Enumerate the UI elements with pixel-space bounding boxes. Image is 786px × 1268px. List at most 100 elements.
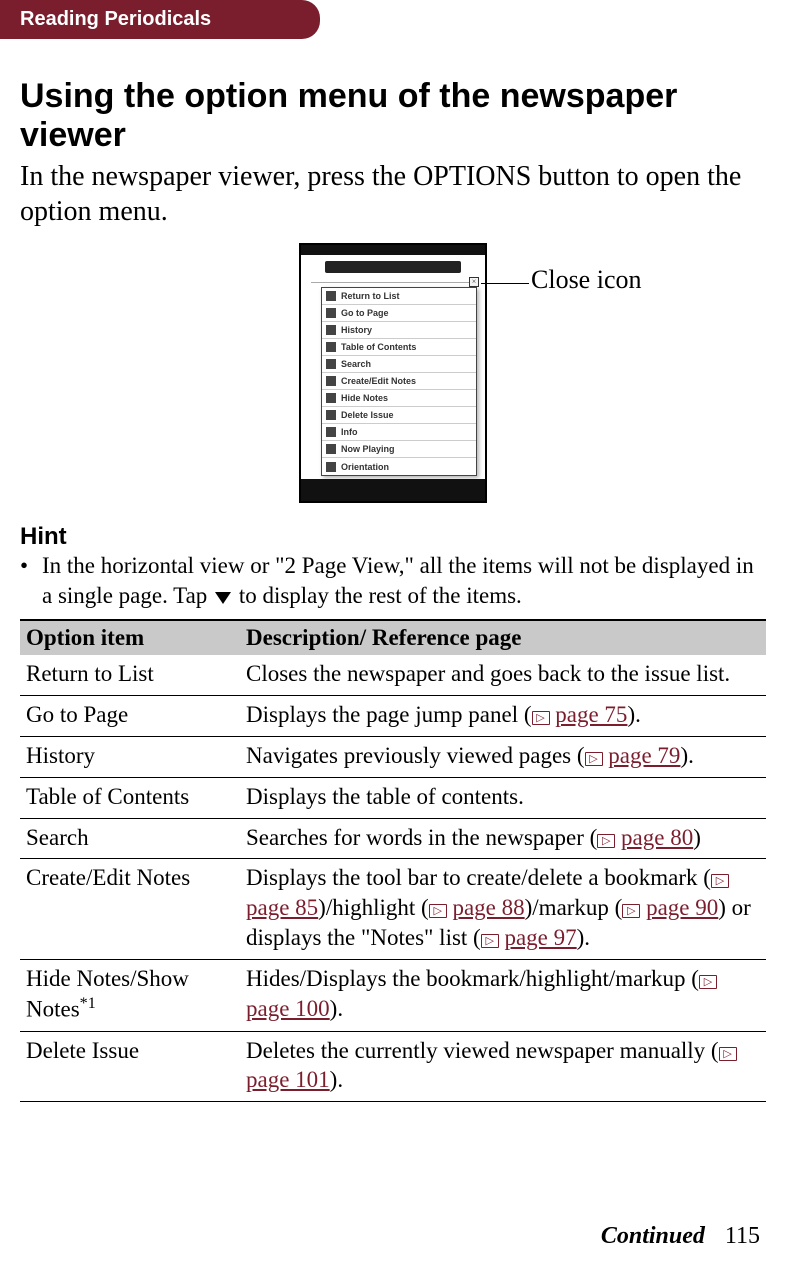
continued-label: Continued xyxy=(601,1223,705,1249)
mock-menu-item: Search xyxy=(322,356,476,373)
trash-icon xyxy=(326,410,336,420)
table-row: Go to Page Displays the page jump panel … xyxy=(20,695,766,736)
page-link-80[interactable]: page 80 xyxy=(621,825,693,850)
opt-return-item: Return to List xyxy=(20,655,240,695)
txt: Deletes the currently viewed newspaper m… xyxy=(246,1038,719,1063)
mock-menu-label: Hide Notes xyxy=(341,393,388,403)
txt: )/highlight ( xyxy=(318,895,429,920)
mock-close-icon: × xyxy=(469,277,479,287)
mock-menu-item: Hide Notes xyxy=(322,390,476,407)
toc-icon xyxy=(326,342,336,352)
hide-icon xyxy=(326,393,336,403)
txt: Navigates previously viewed pages ( xyxy=(246,743,585,768)
opt-toc-item: Table of Contents xyxy=(20,777,240,818)
table-row: Hide Notes/Show Notes*1 Hides/Displays t… xyxy=(20,960,766,1031)
txt: Displays the tool bar to create/delete a… xyxy=(246,865,711,890)
page-link-100[interactable]: page 100 xyxy=(246,996,330,1021)
page-ref-icon: ▷ xyxy=(711,874,729,888)
mock-menu-label: Delete Issue xyxy=(341,410,394,420)
mock-menu-label: Search xyxy=(341,359,371,369)
txt: ). xyxy=(330,1067,343,1092)
txt: ) xyxy=(693,825,701,850)
table-row: Search Searches for words in the newspap… xyxy=(20,818,766,859)
opt-notes-item: Create/Edit Notes xyxy=(20,859,240,960)
mock-menu-item: Table of Contents xyxy=(322,339,476,356)
orientation-icon xyxy=(326,462,336,472)
mock-masthead xyxy=(325,261,461,273)
mock-menu-item: Orientation xyxy=(322,458,476,475)
opt-delete-item: Delete Issue xyxy=(20,1031,240,1102)
mock-menu-label: Now Playing xyxy=(341,444,395,454)
chapter-header: Reading Periodicals xyxy=(0,0,320,39)
mock-menu-label: Create/Edit Notes xyxy=(341,376,416,386)
opt-return-desc: Closes the newspaper and goes back to th… xyxy=(240,655,766,695)
page-ref-icon: ▷ xyxy=(481,934,499,948)
hint-line: In the horizontal view or "2 Page View,"… xyxy=(42,551,766,611)
table-row: Return to List Closes the newspaper and … xyxy=(20,655,766,695)
txt: Displays the page jump panel ( xyxy=(246,702,532,727)
txt: Hides/Displays the bookmark/highlight/ma… xyxy=(246,966,699,991)
page-ref-icon: ▷ xyxy=(719,1047,737,1061)
pencil-icon xyxy=(326,376,336,386)
opt-toc-desc: Displays the table of contents. xyxy=(240,777,766,818)
table-row: Delete Issue Deletes the currently viewe… xyxy=(20,1031,766,1102)
mock-option-menu: Return to List Go to Page History Table … xyxy=(321,287,477,476)
page-ref-icon: ▷ xyxy=(429,904,447,918)
mock-menu-label: Return to List xyxy=(341,291,400,301)
page-content: Using the option menu of the newspaper v… xyxy=(0,39,786,1102)
page-link-97[interactable]: page 97 xyxy=(504,925,576,950)
chapter-title: Reading Periodicals xyxy=(20,8,211,30)
page-ref-icon: ▷ xyxy=(699,975,717,989)
col-option-item: Option item xyxy=(20,620,240,655)
page-link-85[interactable]: page 85 xyxy=(246,895,318,920)
mock-menu-item: Go to Page xyxy=(322,305,476,322)
footnote-ref: *1 xyxy=(80,995,96,1012)
txt: ). xyxy=(330,996,343,1021)
col-description: Description/ Reference page xyxy=(240,620,766,655)
mock-menu-label: History xyxy=(341,325,372,335)
page-link-101[interactable]: page 101 xyxy=(246,1067,330,1092)
opt-search-desc: Searches for words in the newspaper (▷ p… xyxy=(240,818,766,859)
page-ref-icon: ▷ xyxy=(622,904,640,918)
page-link-75[interactable]: page 75 xyxy=(555,702,627,727)
mock-menu-item: Return to List xyxy=(322,288,476,305)
table-row: Table of Contents Displays the table of … xyxy=(20,777,766,818)
txt: ). xyxy=(680,743,693,768)
mock-headline xyxy=(311,275,475,283)
page-number: 115 xyxy=(725,1223,760,1249)
callout-leader-line xyxy=(481,283,529,284)
mock-menu-item: Create/Edit Notes xyxy=(322,373,476,390)
play-icon xyxy=(326,444,336,454)
hint-text-after: to display the rest of the items. xyxy=(233,583,522,608)
hint-heading: Hint xyxy=(20,523,766,551)
table-row: Create/Edit Notes Displays the tool bar … xyxy=(20,859,766,960)
mock-menu-item: History xyxy=(322,322,476,339)
search-icon xyxy=(326,359,336,369)
page-link-90[interactable]: page 90 xyxy=(646,895,718,920)
mock-bottom-bar xyxy=(301,479,485,501)
table-row: History Navigates previously viewed page… xyxy=(20,736,766,777)
opt-hide-item: Hide Notes/Show Notes*1 xyxy=(20,960,240,1031)
page-icon xyxy=(326,308,336,318)
txt: Searches for words in the newspaper ( xyxy=(246,825,597,850)
txt: )/markup ( xyxy=(525,895,623,920)
page-footer: Continued 115 xyxy=(601,1223,760,1250)
return-icon xyxy=(326,291,336,301)
down-arrow-icon xyxy=(215,592,231,604)
opt-search-item: Search xyxy=(20,818,240,859)
intro-text: In the newspaper viewer, press the OPTIO… xyxy=(20,159,766,229)
options-table: Option item Description/ Reference page … xyxy=(20,619,766,1102)
txt: ). xyxy=(627,702,640,727)
mock-menu-label: Table of Contents xyxy=(341,342,416,352)
page-link-79[interactable]: page 79 xyxy=(608,743,680,768)
mock-menu-label: Info xyxy=(341,427,358,437)
opt-notes-desc: Displays the tool bar to create/delete a… xyxy=(240,859,766,960)
page-link-88[interactable]: page 88 xyxy=(452,895,524,920)
mock-menu-label: Go to Page xyxy=(341,308,389,318)
mock-device-screenshot: × Return to List Go to Page History Tabl… xyxy=(299,243,487,503)
mock-menu-item: Now Playing xyxy=(322,441,476,458)
hint-body: • In the horizontal view or "2 Page View… xyxy=(20,551,766,611)
page-ref-icon: ▷ xyxy=(597,834,615,848)
opt-delete-desc: Deletes the currently viewed newspaper m… xyxy=(240,1031,766,1102)
mock-menu-label: Orientation xyxy=(341,462,389,472)
